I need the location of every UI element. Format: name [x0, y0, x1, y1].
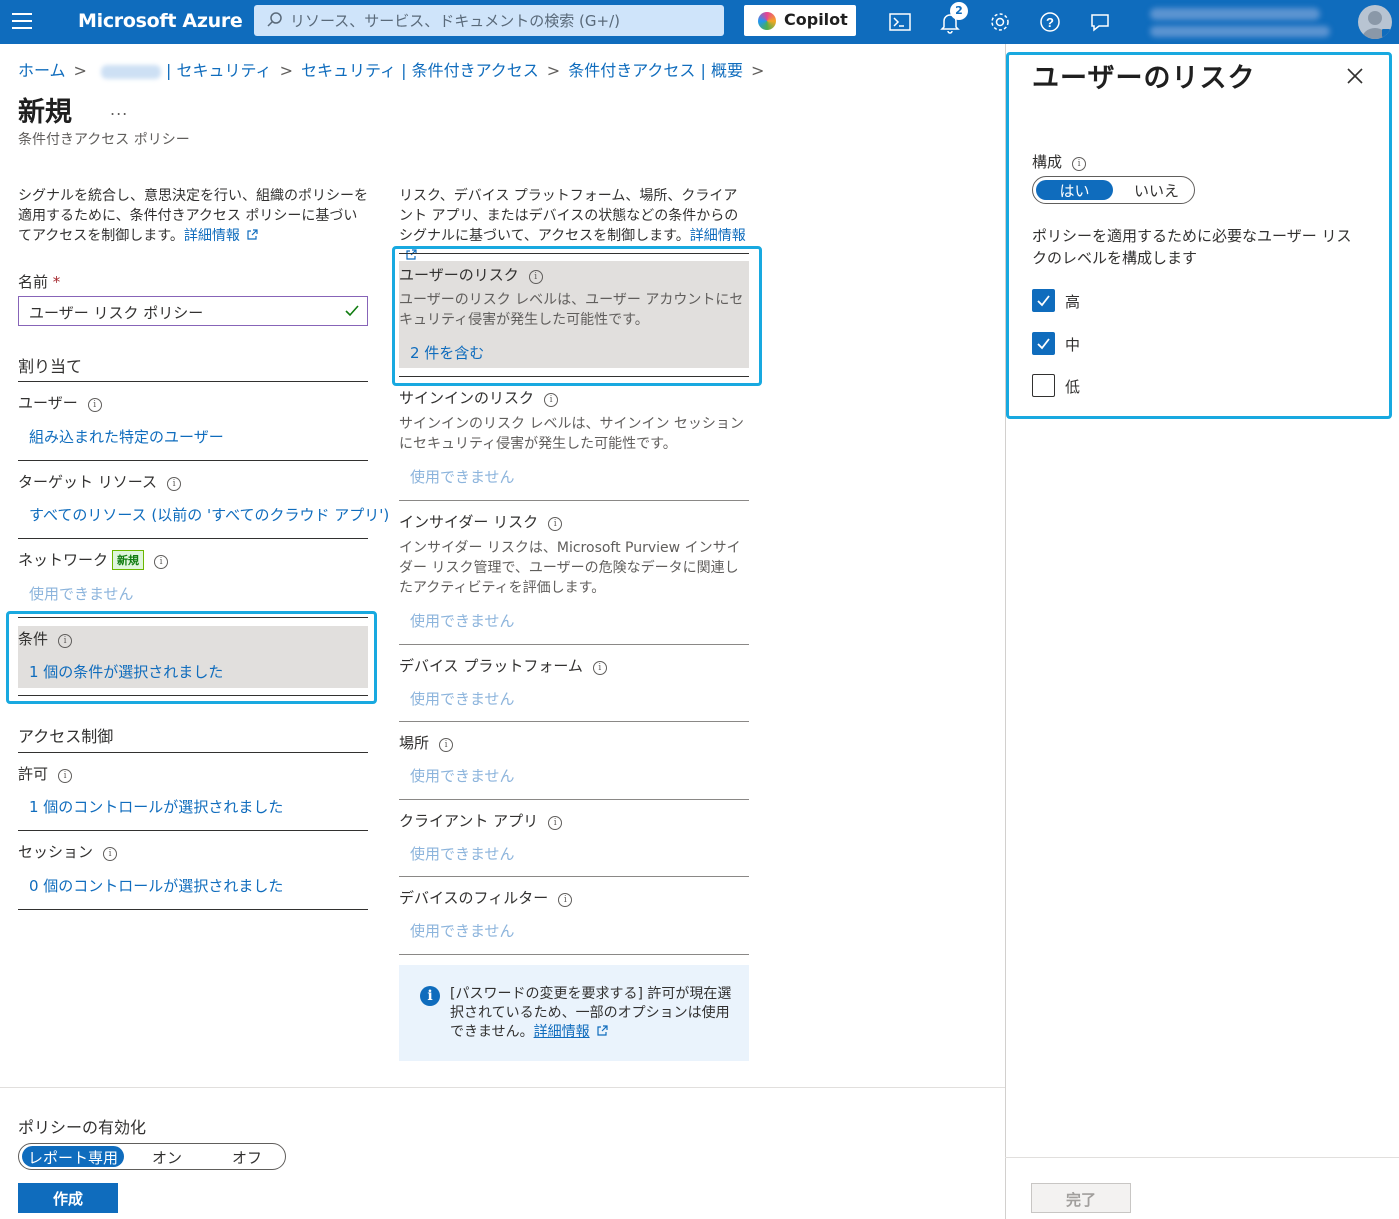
left-learn-more-link[interactable]: 詳細情報 — [184, 228, 240, 244]
breadcrumb-conditional-access[interactable]: セキュリティ | 条件付きアクセス — [301, 61, 539, 80]
search-icon — [267, 12, 282, 27]
signin-risk-label: サインインのリスク i — [399, 387, 559, 408]
copilot-icon — [758, 12, 776, 30]
enable-policy-label: ポリシーの有効化 — [18, 1118, 147, 1137]
target-resources-link[interactable]: すべてのリソース (以前の 'すべてのクラウド アプリ') — [29, 504, 389, 525]
info-icon[interactable]: i — [558, 893, 573, 907]
info-icon[interactable]: i — [592, 661, 607, 675]
notification-count-badge: 2 — [950, 2, 968, 20]
info-icon[interactable]: i — [154, 555, 169, 569]
location-label: 場所 i — [399, 732, 454, 753]
option-on[interactable]: オン — [152, 1147, 182, 1168]
help-icon[interactable]: ? — [1036, 8, 1064, 36]
gear-icon[interactable] — [986, 8, 1014, 36]
enable-policy-toggle: レポート専用 オン オフ — [18, 1143, 286, 1170]
info-filled-icon: i — [420, 986, 440, 1006]
info-icon[interactable]: i — [439, 738, 454, 752]
middle-description-text: リスク、デバイス プラットフォーム、場所、クライアント アプリ、またはデバイスの… — [399, 188, 739, 244]
users-label: ユーザー i — [18, 392, 102, 413]
grant-value-link[interactable]: 1 個のコントロールが選択されました — [29, 796, 283, 817]
breadcrumb-overview[interactable]: 条件付きアクセス | 概要 — [568, 61, 743, 80]
new-badge: 新規 — [112, 550, 145, 570]
search-placeholder: リソース、サービス、ドキュメントの検索 (G+/) — [290, 12, 620, 30]
page-title: 新規 — [18, 97, 72, 128]
feedback-icon[interactable] — [1086, 8, 1114, 36]
info-bar: i [パスワードの変更を要求する] 許可が現在選択されているため、一部のオプショ… — [399, 965, 749, 1061]
footer-divider — [0, 1087, 1005, 1088]
copilot-label: Copilot — [784, 10, 848, 29]
session-label: セッション i — [18, 841, 118, 862]
info-icon[interactable]: i — [167, 477, 182, 491]
valid-check-icon — [345, 305, 359, 317]
policy-name-input[interactable]: ユーザー リスク ポリシー — [18, 296, 368, 326]
user-risk-highlight — [392, 246, 762, 386]
middle-learn-more-link[interactable]: 詳細情報 — [690, 228, 746, 244]
info-bar-learn-more-link[interactable]: 詳細情報 — [534, 1024, 590, 1040]
network-value: 使用できません — [29, 585, 134, 603]
menu-icon[interactable] — [12, 13, 32, 31]
device-platform-value: 使用できません — [410, 690, 515, 708]
insider-risk-description: インサイダー リスクは、Microsoft Purview インサイダー リスク… — [399, 540, 741, 596]
done-button[interactable]: 完了 — [1031, 1183, 1131, 1213]
top-bar: Microsoft Azure リソース、サービス、ドキュメントの検索 (G+/… — [0, 0, 1399, 44]
breadcrumb-tenant-blurred[interactable] — [100, 64, 161, 79]
client-apps-label: クライアント アプリ i — [399, 810, 563, 831]
page-subtitle: 条件付きアクセス ポリシー — [18, 132, 190, 148]
info-icon[interactable]: i — [548, 517, 563, 531]
device-platform-label: デバイス プラットフォーム i — [399, 655, 607, 676]
conditions-highlight — [6, 611, 377, 704]
info-icon[interactable]: i — [87, 398, 102, 412]
option-report-only[interactable]: レポート専用 — [22, 1146, 124, 1167]
external-link-icon — [247, 229, 258, 240]
brand-title[interactable]: Microsoft Azure — [78, 10, 243, 32]
svg-text:?: ? — [1046, 15, 1054, 30]
info-icon[interactable]: i — [548, 816, 563, 830]
insider-risk-label: インサイダー リスク i — [399, 511, 563, 532]
panel-footer-divider — [1005, 1157, 1399, 1158]
info-icon[interactable]: i — [103, 847, 118, 861]
session-value-link[interactable]: 0 個のコントロールが選択されました — [29, 875, 283, 896]
signin-risk-description: サインインのリスク レベルは、サインイン セッションにセキュリティ侵害が発生した… — [399, 416, 744, 452]
breadcrumb: ホーム > | セキュリティ > セキュリティ | 条件付きアクセス > 条件付きアクセス… — [18, 61, 765, 80]
left-description: シグナルを統合し、意思決定を行い、組織のポリシーを適用するために、条件付きアクセ… — [18, 186, 370, 246]
grant-label: 許可 i — [18, 763, 73, 784]
info-icon[interactable]: i — [544, 393, 559, 407]
assignments-heading: 割り当て — [18, 357, 83, 376]
insider-risk-value: 使用できません — [410, 612, 515, 630]
signin-risk-value: 使用できません — [410, 468, 515, 486]
policy-name-value: ユーザー リスク ポリシー — [29, 304, 204, 322]
avatar[interactable] — [1358, 5, 1392, 39]
search-input[interactable]: リソース、サービス、ドキュメントの検索 (G+/) — [254, 5, 724, 36]
info-bar-text: [パスワードの変更を要求する] 許可が現在選択されているため、一部のオプションは… — [450, 986, 732, 1040]
more-options-button[interactable]: ... — [110, 100, 128, 119]
location-value: 使用できません — [410, 767, 515, 785]
target-resources-label: ターゲット リソース i — [18, 471, 182, 492]
copilot-button[interactable]: Copilot — [744, 5, 856, 36]
cloud-shell-icon[interactable] — [886, 8, 914, 36]
external-link-icon — [596, 1025, 608, 1036]
user-icon — [1362, 11, 1390, 39]
breadcrumb-home[interactable]: ホーム — [18, 61, 66, 80]
name-label: 名前 * — [18, 273, 61, 291]
info-icon[interactable]: i — [58, 769, 73, 783]
option-off[interactable]: オフ — [232, 1147, 262, 1168]
users-value-link[interactable]: 組み込まれた特定のユーザー — [29, 426, 224, 447]
breadcrumb-security[interactable]: | セキュリティ — [166, 61, 272, 80]
device-filter-value: 使用できません — [410, 922, 515, 940]
client-apps-value: 使用できません — [410, 845, 515, 863]
account-info-blurred[interactable] — [1150, 6, 1330, 40]
panel-highlight — [1006, 52, 1392, 419]
device-filter-label: デバイスのフィルター i — [399, 887, 573, 908]
create-button[interactable]: 作成 — [18, 1183, 118, 1213]
access-controls-heading: アクセス制御 — [18, 727, 114, 746]
network-label: ネットワーク 新規 i — [18, 549, 169, 570]
